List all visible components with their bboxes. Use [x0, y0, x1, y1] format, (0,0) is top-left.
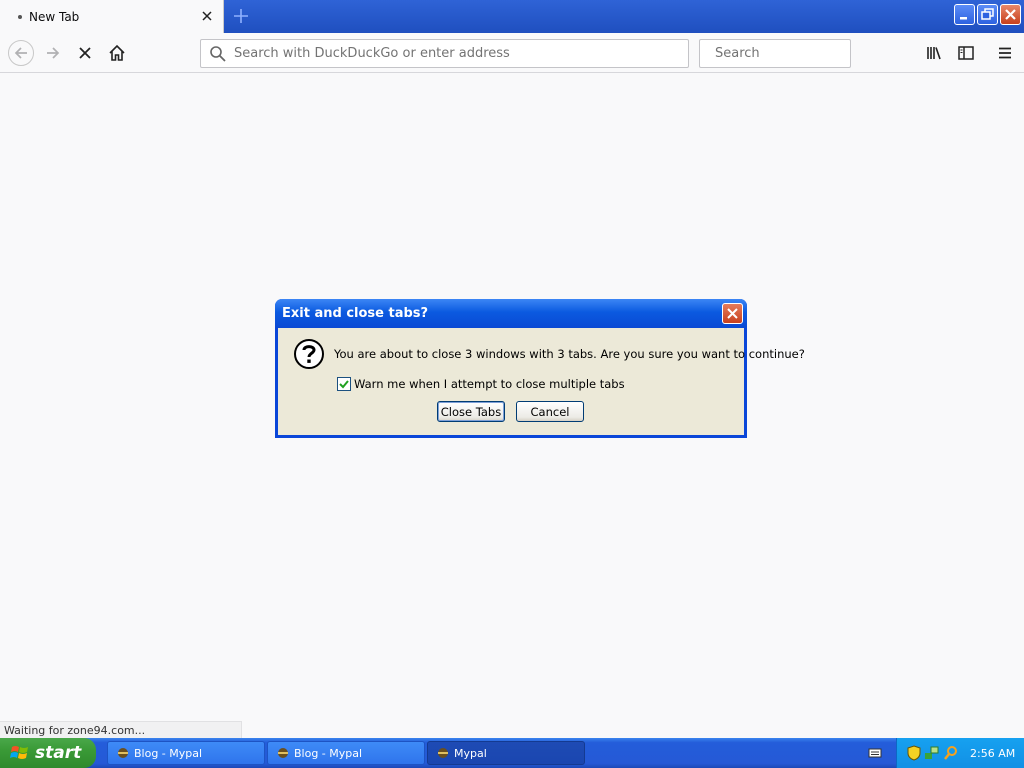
question-icon — [294, 339, 324, 369]
taskbar: start Blog - Mypal Blog - Mypal Mypal 2:… — [0, 738, 1024, 768]
close-tabs-button[interactable]: Close Tabs — [437, 401, 505, 422]
search-bar[interactable] — [699, 39, 885, 68]
cancel-button[interactable]: Cancel — [516, 401, 584, 422]
status-panel: Waiting for zone94.com... — [0, 721, 242, 738]
back-button[interactable] — [8, 40, 34, 66]
search-icon — [210, 45, 226, 62]
dialog-message: You are about to close 3 windows with 3 … — [334, 347, 805, 361]
warn-checkbox-label[interactable]: Warn me when I attempt to close multiple… — [354, 377, 625, 391]
close-icon — [727, 308, 738, 319]
tab-close-icon[interactable] — [200, 9, 214, 23]
tab-title: New Tab — [29, 9, 80, 24]
home-icon — [109, 44, 125, 61]
clock: 2:56 AM — [970, 746, 1016, 760]
window-restore-button[interactable] — [977, 4, 998, 25]
library-icon — [927, 47, 941, 60]
mypal-icon — [118, 748, 128, 758]
stop-x-icon — [79, 47, 91, 59]
search-tray-icon[interactable] — [943, 745, 959, 761]
start-label: start — [35, 743, 82, 763]
home-button[interactable] — [105, 41, 129, 65]
taskbar-item-blog-1[interactable]: Blog - Mypal — [107, 741, 265, 765]
sidebar-toggle-button[interactable] — [954, 41, 978, 65]
back-arrow-icon — [14, 47, 27, 59]
dialog-close-button[interactable] — [722, 303, 743, 324]
exit-close-tabs-dialog: Exit and close tabs? You are about to cl… — [275, 299, 805, 438]
address-bar[interactable] — [200, 39, 689, 68]
mypal-icon — [438, 748, 448, 758]
forward-button[interactable] — [41, 41, 65, 65]
loading-dot-icon — [18, 14, 22, 19]
sidebar-icon — [958, 46, 974, 60]
security-shield-icon[interactable] — [907, 745, 921, 761]
window-minimize-button[interactable] — [954, 4, 975, 25]
forward-arrow-icon — [47, 47, 60, 59]
keyboard-icon[interactable] — [868, 747, 882, 759]
dialog-title: Exit and close tabs? — [282, 306, 429, 321]
tab-strip: New Tab — [0, 0, 1024, 33]
start-button[interactable]: start — [0, 738, 96, 768]
library-button[interactable] — [922, 41, 946, 65]
taskbar-item-label: Blog - Mypal — [294, 746, 363, 760]
system-tray: 2:56 AM — [896, 738, 1024, 768]
navigation-toolbar — [0, 33, 1024, 73]
taskbar-item-label: Blog - Mypal — [134, 746, 203, 760]
taskbar-item-mypal[interactable]: Mypal — [427, 741, 585, 765]
taskbar-item-blog-2[interactable]: Blog - Mypal — [267, 741, 425, 765]
checkmark-icon — [339, 380, 349, 389]
windows-logo-icon — [10, 746, 28, 759]
tab-new-tab[interactable]: New Tab — [0, 0, 224, 33]
hamburger-menu-button[interactable] — [993, 41, 1017, 65]
warn-checkbox[interactable] — [337, 377, 351, 391]
new-tab-plus-icon[interactable] — [230, 5, 252, 27]
network-icon[interactable] — [924, 745, 940, 761]
menu-icon — [999, 47, 1011, 59]
mypal-icon — [278, 748, 288, 758]
stop-loading-button[interactable] — [73, 41, 97, 65]
search-input[interactable] — [715, 46, 885, 61]
address-input[interactable] — [234, 46, 688, 61]
taskbar-item-label: Mypal — [454, 746, 487, 760]
dialog-titlebar[interactable]: Exit and close tabs? — [275, 299, 747, 328]
window-close-button[interactable] — [1000, 4, 1021, 25]
